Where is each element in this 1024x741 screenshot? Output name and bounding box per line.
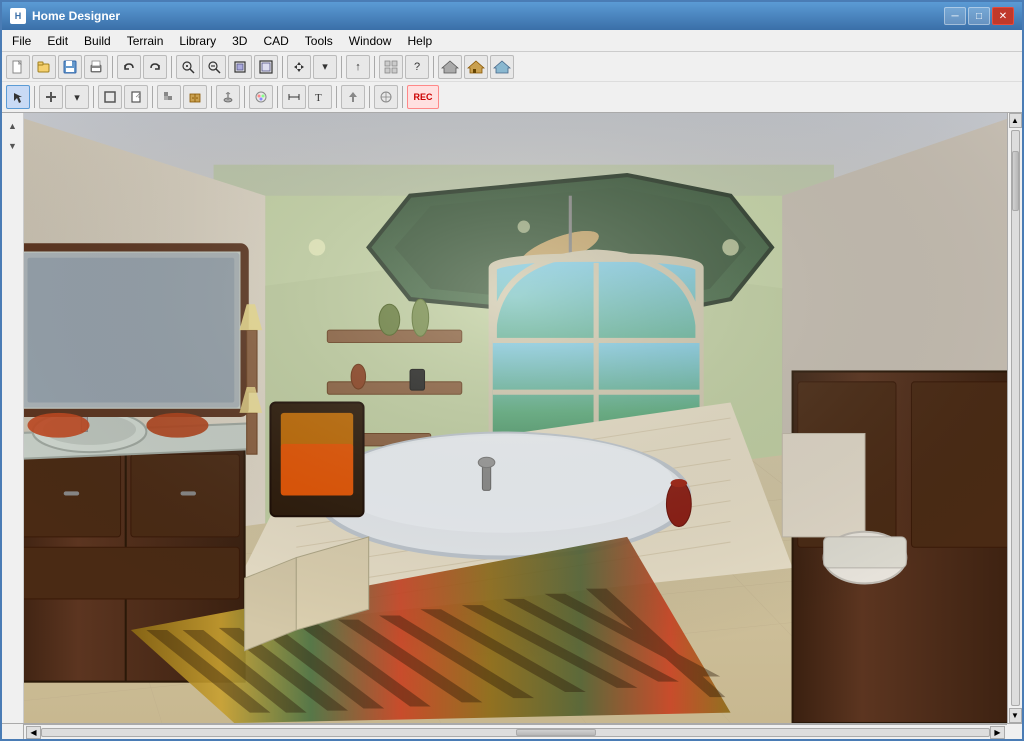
menu-file[interactable]: File [4,32,39,50]
v-scrollbar-thumb[interactable] [1012,151,1019,211]
sep-3 [282,56,283,78]
menu-bar: File Edit Build Terrain Library 3D CAD T… [2,30,1022,52]
sep-5 [374,56,375,78]
h-scrollbar[interactable]: ◀ ▶ [24,724,1007,739]
right-scrollbar[interactable]: ▲ ▼ [1007,113,1022,723]
new-button[interactable] [6,55,30,79]
tb-stair[interactable] [157,85,181,109]
sep-4 [341,56,342,78]
tb-text[interactable]: T [308,85,332,109]
sep2-1 [34,86,35,108]
tb-rec[interactable]: REC [407,85,439,109]
tb-cursor2[interactable] [374,85,398,109]
menu-tools[interactable]: Tools [297,32,341,50]
left-panel: ▲ ▼ [2,113,24,723]
zoom-all-button[interactable] [254,55,278,79]
menu-window[interactable]: Window [341,32,400,50]
tb-house1[interactable] [438,55,462,79]
scroll-right-arrow[interactable]: ▶ [990,726,1005,739]
app-icon: H [10,8,26,24]
sep-2 [171,56,172,78]
svg-text:T: T [315,92,322,104]
sep2-5 [244,86,245,108]
menu-3d[interactable]: 3D [224,32,255,50]
tb-door[interactable] [124,85,148,109]
sep2-9 [402,86,403,108]
corner-box-right [1007,724,1022,739]
sep2-4 [211,86,212,108]
zoom-fit-button[interactable] [228,55,252,79]
tb-grid[interactable] [379,55,403,79]
3d-scene [24,113,1007,723]
menu-build[interactable]: Build [76,32,119,50]
tb-house3[interactable] [490,55,514,79]
left-panel-scroll-down[interactable]: ▼ [4,137,22,155]
tb-house2[interactable] [464,55,488,79]
toolbar-row-2: ▾ [2,82,1022,112]
tb-cabinet[interactable] [183,85,207,109]
viewport[interactable] [24,113,1007,723]
save-button[interactable] [58,55,82,79]
tb-question[interactable]: ? [405,55,429,79]
sep-6 [433,56,434,78]
toolbar-row-1: ▾ ↑ ? [2,52,1022,82]
undo-button[interactable] [117,55,141,79]
sep2-3 [152,86,153,108]
sep2-7 [336,86,337,108]
window-frame: H Home Designer ─ □ ✕ File Edit Build Te… [0,0,1024,741]
h-scrollbar-thumb[interactable] [516,729,596,736]
toolbar-area: ▾ ↑ ? [2,52,1022,113]
close-button[interactable]: ✕ [992,7,1014,25]
sep2-8 [369,86,370,108]
zoom-in-button[interactable] [176,55,200,79]
bottom-area: ◀ ▶ [2,723,1022,739]
tb-room[interactable] [98,85,122,109]
tb-material[interactable] [249,85,273,109]
tb-fixture[interactable] [216,85,240,109]
zoom-out-button[interactable] [202,55,226,79]
maximize-button[interactable]: □ [968,7,990,25]
tb-down-arrow[interactable]: ▾ [313,55,337,79]
redo-button[interactable] [143,55,167,79]
sep2-6 [277,86,278,108]
main-area: ▲ ▼ [2,113,1022,723]
print-button[interactable] [84,55,108,79]
v-scrollbar-track[interactable] [1011,130,1020,706]
select-tool-button[interactable] [6,85,30,109]
tb-down2[interactable]: ▾ [65,85,89,109]
open-button[interactable] [32,55,56,79]
window-title: Home Designer [32,9,120,23]
title-bar: H Home Designer ─ □ ✕ [2,2,1022,30]
tb-up-arrow[interactable]: ↑ [346,55,370,79]
corner-box-left [2,724,24,739]
sep2-2 [93,86,94,108]
menu-terrain[interactable]: Terrain [119,32,172,50]
scroll-up-arrow[interactable]: ▲ [1009,113,1022,128]
title-bar-controls: ─ □ ✕ [944,7,1014,25]
h-scrollbar-track[interactable] [41,728,990,737]
wall-tool-button[interactable] [39,85,63,109]
tb-arrows[interactable] [287,55,311,79]
menu-cad[interactable]: CAD [255,32,296,50]
scroll-left-arrow[interactable]: ◀ [26,726,41,739]
menu-edit[interactable]: Edit [39,32,76,50]
scroll-down-arrow[interactable]: ▼ [1009,708,1022,723]
title-bar-left: H Home Designer [10,8,120,24]
tb-arrow-up[interactable] [341,85,365,109]
tb-dimension[interactable] [282,85,306,109]
menu-library[interactable]: Library [171,32,224,50]
left-panel-scroll-up[interactable]: ▲ [4,117,22,135]
minimize-button[interactable]: ─ [944,7,966,25]
menu-help[interactable]: Help [399,32,440,50]
sep-1 [112,56,113,78]
